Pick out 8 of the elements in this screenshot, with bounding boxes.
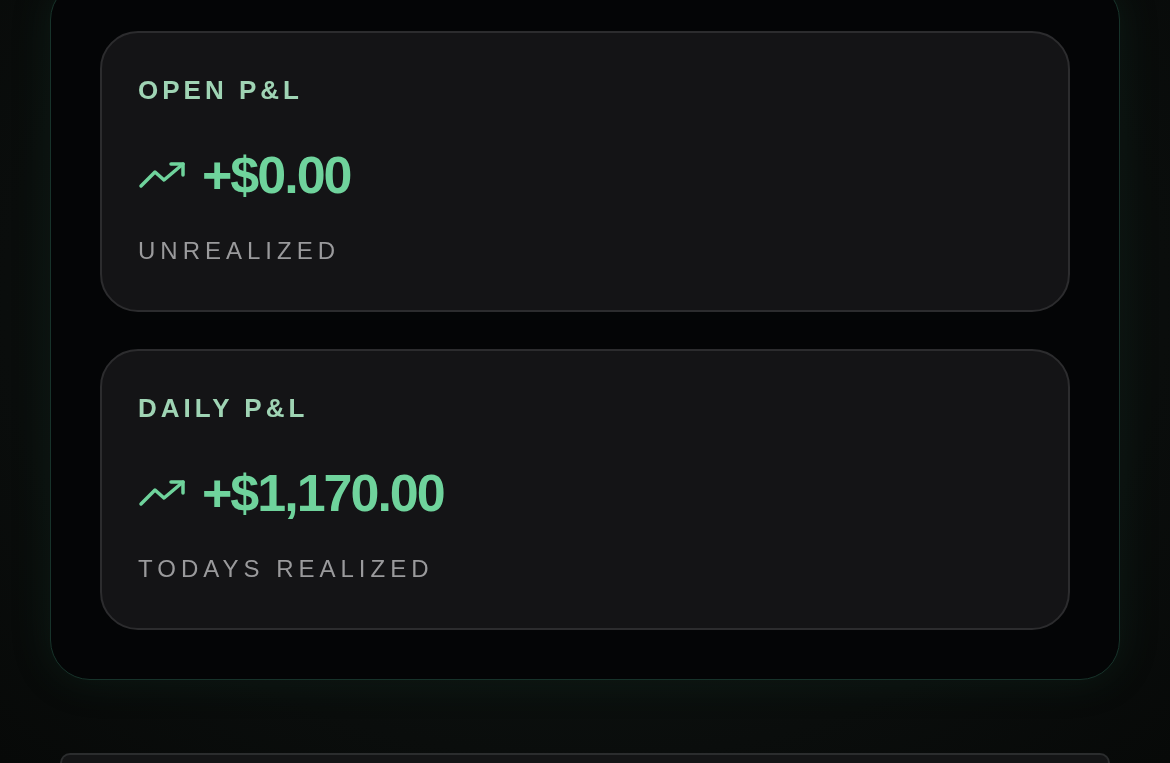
pnl-amount: +$0.00 (202, 149, 351, 201)
card-title: OPEN P&L (138, 77, 304, 103)
trending-up-icon (138, 478, 186, 508)
card-caption: UNREALIZED (138, 239, 342, 263)
card-caption: TODAYS REALIZED (138, 557, 435, 581)
pnl-amount: +$1,170.00 (202, 467, 444, 519)
card-title: DAILY P&L (138, 395, 310, 421)
trending-up-icon (138, 160, 186, 190)
